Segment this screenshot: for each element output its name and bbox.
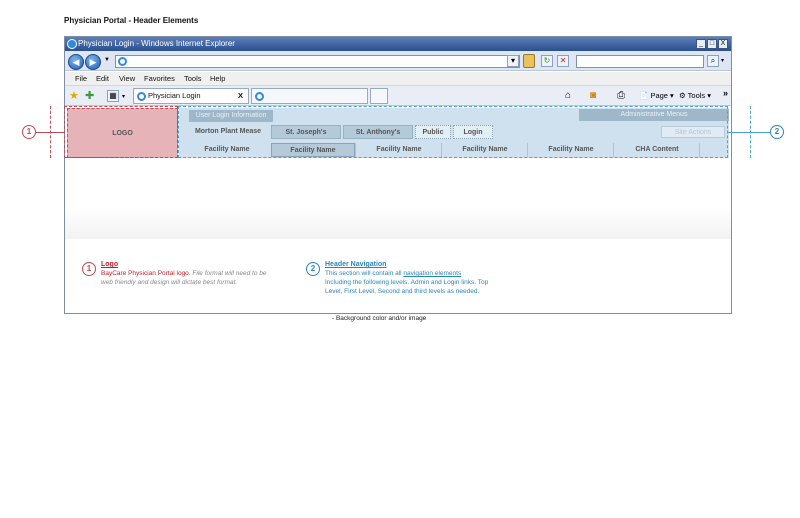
menu-favorites[interactable]: Favorites <box>144 72 175 86</box>
note-nav-body: This section will contain all navigation… <box>325 269 495 296</box>
note-logo-title: Logo <box>101 261 119 268</box>
nav-callout-line <box>728 132 770 133</box>
address-bar: ◀ ▶ ▼ ▾ ↻ ✕ ⌕ ▾ <box>65 51 731 71</box>
new-tab-icon <box>255 92 264 101</box>
nav-callout-box <box>178 106 728 158</box>
stop-icon[interactable]: ✕ <box>557 55 569 67</box>
menu-edit[interactable]: Edit <box>96 72 109 86</box>
tools-menu-label: Tools <box>687 91 706 100</box>
note-logo-strong: BayCare Physician Portal logo. <box>101 270 191 277</box>
favorites-star-icon[interactable]: ★ <box>69 89 79 102</box>
menu-view[interactable]: View <box>119 72 135 86</box>
add-favorites-icon[interactable]: ✚ <box>85 89 94 102</box>
ie-logo-icon <box>67 39 77 49</box>
more-icon[interactable]: » <box>723 88 728 98</box>
tab-physician-login[interactable]: Physician Login X <box>133 88 249 104</box>
page-icon <box>118 57 127 66</box>
search-icon[interactable]: ⌕ <box>707 55 719 67</box>
minimize-button[interactable]: _ <box>696 39 706 49</box>
page-menu-label: Page <box>650 91 668 100</box>
feeds-icon[interactable]: ◙ <box>590 90 596 101</box>
note-nav-text-2: Including the following levels. Admin an… <box>325 279 489 295</box>
menu-tools[interactable]: Tools <box>184 72 202 86</box>
menu-bar: File Edit View Favorites Tools Help <box>65 72 731 86</box>
search-input[interactable] <box>576 55 704 68</box>
tab-close-icon[interactable]: X <box>238 89 243 103</box>
search-dropdown-icon[interactable]: ▾ <box>721 57 724 64</box>
nav-callout-bracket <box>750 106 751 158</box>
callout-2-marker: 2 <box>770 125 784 139</box>
tab-page-icon <box>137 92 146 101</box>
home-icon[interactable]: ⌂ <box>565 90 571 101</box>
tab-list-icon[interactable]: ▾ <box>122 93 125 100</box>
refresh-icon[interactable]: ↻ <box>541 55 553 67</box>
window-title: Physician Login - Windows Internet Explo… <box>78 39 235 48</box>
maximize-button[interactable]: □ <box>707 39 717 49</box>
tab-label: Physician Login <box>148 91 201 100</box>
quick-tabs-icon[interactable]: ▦ <box>107 90 119 102</box>
note-nav-link[interactable]: navigation elements <box>403 270 461 277</box>
logo-callout-bracket <box>50 106 51 158</box>
lock-icon[interactable] <box>523 54 535 68</box>
note-2-marker: 2 <box>306 262 320 276</box>
content-fade <box>65 159 731 239</box>
history-dropdown-icon[interactable]: ▼ <box>104 57 110 63</box>
logo-callout-box <box>64 106 178 158</box>
favorites-bar: ★ ✚ ▦ ▾ Physician Login X ⌂ ◙ ⎙ 📄 Page ▾… <box>65 86 731 106</box>
print-icon[interactable]: ⎙ <box>617 90 625 101</box>
callout-1-marker: 1 <box>22 125 36 139</box>
page-menu[interactable]: 📄 Page ▾ <box>639 91 674 100</box>
address-input[interactable] <box>115 55 520 68</box>
tools-menu[interactable]: ⚙ Tools ▾ <box>679 91 711 100</box>
title-bar: Physician Login - Windows Internet Explo… <box>65 37 731 51</box>
note-logo-body: BayCare Physician Portal logo. File form… <box>101 269 271 287</box>
close-button[interactable]: X <box>718 39 728 49</box>
menu-file[interactable]: File <box>75 72 87 86</box>
page-title: Physician Portal - Header Elements <box>64 16 199 25</box>
new-tab[interactable] <box>251 88 368 104</box>
back-icon[interactable]: ◀ <box>68 54 84 70</box>
menu-help[interactable]: Help <box>210 72 225 86</box>
note-1-marker: 1 <box>82 262 96 276</box>
new-tab-button[interactable] <box>370 88 388 104</box>
address-dropdown-icon[interactable]: ▾ <box>507 55 519 67</box>
note-nav-title: Header Navigation <box>325 261 387 268</box>
background-note: - Background color and/or image <box>332 315 427 322</box>
note-nav-text: This section will contain all <box>325 270 404 277</box>
forward-icon[interactable]: ▶ <box>85 54 101 70</box>
